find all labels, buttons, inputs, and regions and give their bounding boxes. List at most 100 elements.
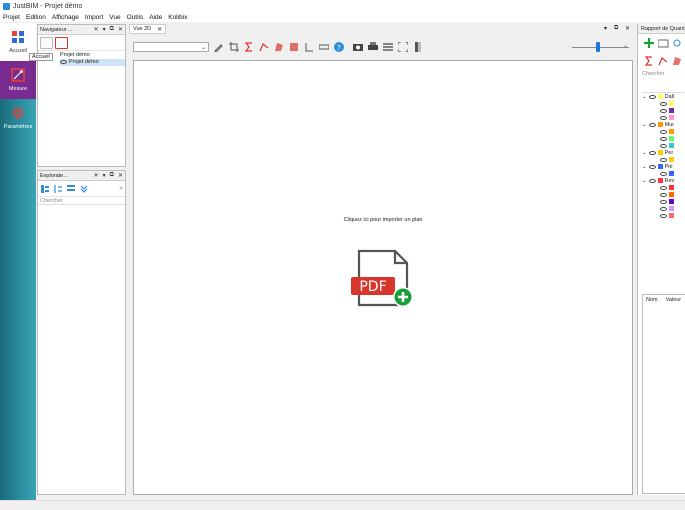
report-item-row[interactable] bbox=[642, 114, 685, 121]
eye-icon[interactable] bbox=[648, 150, 656, 155]
sum-icon[interactable] bbox=[244, 42, 254, 52]
crop-icon[interactable] bbox=[229, 42, 239, 52]
menu-affichage[interactable]: Affichage bbox=[52, 14, 79, 21]
close-icon[interactable]: ✕ bbox=[118, 26, 123, 33]
more-icon[interactable] bbox=[673, 38, 681, 48]
close-icon[interactable]: ✕ bbox=[118, 172, 123, 179]
folder-icon[interactable] bbox=[658, 38, 669, 48]
report-group-row[interactable]: ⌄ Dall bbox=[642, 93, 685, 100]
add-folder-button[interactable] bbox=[40, 36, 53, 49]
report-item-row[interactable] bbox=[642, 128, 685, 135]
close-icon[interactable]: ✕ bbox=[625, 25, 630, 32]
layer-select[interactable]: ⌄ bbox=[133, 42, 209, 52]
collapse-all-icon[interactable] bbox=[79, 184, 89, 194]
menu-import[interactable]: Import bbox=[85, 14, 103, 21]
eye-icon[interactable] bbox=[648, 122, 656, 127]
tree-expand-icon[interactable] bbox=[40, 184, 50, 194]
eye-icon[interactable] bbox=[660, 157, 667, 162]
report-item-row[interactable] bbox=[642, 191, 685, 198]
dropdown-icon[interactable]: ▾ bbox=[604, 25, 607, 32]
tree-item-plan[interactable]: Projet démo bbox=[60, 59, 125, 66]
dropdown-icon[interactable]: ▾ bbox=[103, 172, 106, 179]
explorer-search-input[interactable]: Chercher bbox=[38, 197, 125, 205]
menu-projet[interactable]: Projet bbox=[3, 14, 20, 21]
report-item-row[interactable] bbox=[642, 205, 685, 212]
zoom-in-icon[interactable]: + bbox=[624, 44, 627, 50]
report-item-row[interactable] bbox=[642, 135, 685, 142]
menu-edition[interactable]: Edition bbox=[26, 14, 46, 21]
chevron-down-icon[interactable]: ⌄ bbox=[642, 164, 647, 170]
eye-icon[interactable] bbox=[660, 143, 667, 148]
camera-icon[interactable] bbox=[353, 42, 363, 52]
eye-icon[interactable] bbox=[648, 164, 656, 169]
report-group-row[interactable]: ⌄ Per bbox=[642, 149, 685, 156]
ruler-icon[interactable] bbox=[319, 42, 329, 52]
eye-icon[interactable] bbox=[660, 185, 667, 190]
eye-icon[interactable] bbox=[660, 199, 667, 204]
list-view-icon[interactable] bbox=[383, 42, 393, 52]
eye-icon[interactable] bbox=[660, 101, 667, 106]
float-icon[interactable]: ⧉ bbox=[614, 25, 618, 32]
eye-icon[interactable] bbox=[660, 115, 667, 120]
pencil-icon[interactable] bbox=[214, 42, 224, 52]
eye-icon[interactable] bbox=[660, 192, 667, 197]
list-icon[interactable] bbox=[66, 184, 76, 194]
eye-icon[interactable] bbox=[648, 178, 656, 183]
menu-outils[interactable]: Outils bbox=[127, 14, 144, 21]
add-icon[interactable] bbox=[644, 38, 654, 48]
report-item-row[interactable] bbox=[642, 184, 685, 191]
report-item-row[interactable] bbox=[642, 142, 685, 149]
report-item-row[interactable] bbox=[642, 198, 685, 205]
more-icon[interactable]: » bbox=[119, 185, 123, 192]
zoom-out-icon[interactable]: - bbox=[567, 44, 569, 50]
chevron-down-icon[interactable]: ⌄ bbox=[642, 122, 647, 128]
pdf-import-button[interactable] bbox=[55, 36, 68, 49]
menu-kolibix[interactable]: Kolibix bbox=[168, 14, 187, 21]
region-icon[interactable] bbox=[289, 42, 299, 52]
import-prompt[interactable]: Cliquez ici pour importer un plan bbox=[134, 217, 632, 223]
eye-icon[interactable] bbox=[660, 213, 667, 218]
report-item-row[interactable] bbox=[642, 107, 685, 114]
sidebar-item-parametres[interactable]: Paramètres bbox=[0, 99, 36, 137]
float-icon[interactable]: ⧉ bbox=[110, 26, 114, 33]
close-icon[interactable]: ✕ bbox=[94, 26, 99, 33]
zoom-slider-track[interactable] bbox=[572, 47, 629, 48]
area-icon[interactable] bbox=[672, 56, 682, 66]
chevron-down-icon[interactable]: ⌄ bbox=[642, 178, 647, 184]
chevron-down-icon[interactable]: ⌄ bbox=[642, 94, 647, 100]
pdf-import-icon[interactable]: PDF bbox=[351, 249, 415, 309]
eye-icon[interactable] bbox=[60, 59, 67, 64]
report-item-row[interactable] bbox=[642, 100, 685, 107]
plan-canvas[interactable]: Cliquez ici pour importer un plan PDF bbox=[133, 60, 633, 495]
float-icon[interactable]: ⧉ bbox=[110, 172, 114, 179]
report-item-row[interactable] bbox=[642, 212, 685, 219]
help-icon[interactable]: ? bbox=[334, 42, 344, 52]
eye-icon[interactable] bbox=[660, 129, 667, 134]
report-item-row[interactable] bbox=[642, 170, 685, 177]
print-icon[interactable] bbox=[368, 42, 378, 52]
eye-icon[interactable] bbox=[648, 94, 656, 99]
polyline-icon[interactable] bbox=[658, 56, 668, 66]
area-icon[interactable] bbox=[274, 42, 284, 52]
contrast-icon[interactable] bbox=[413, 42, 423, 52]
sidebar-item-mesure[interactable]: Mesure bbox=[0, 61, 36, 99]
sum-icon[interactable] bbox=[644, 56, 654, 66]
report-group-row[interactable]: ⌄ Piè bbox=[642, 163, 685, 170]
report-search-input[interactable]: Chercher bbox=[638, 70, 685, 79]
tree-item-project[interactable]: Projet démo bbox=[60, 52, 125, 59]
eye-icon[interactable] bbox=[660, 206, 667, 211]
report-group-row[interactable]: ⌄ Mur bbox=[642, 121, 685, 128]
dropdown-icon[interactable]: ▾ bbox=[103, 26, 106, 33]
report-group-row[interactable]: ⌄ Rev bbox=[642, 177, 685, 184]
close-icon[interactable]: ✕ bbox=[157, 26, 162, 33]
menu-vue[interactable]: Vue bbox=[109, 14, 120, 21]
chevron-down-icon[interactable]: ⌄ bbox=[642, 150, 647, 156]
close-icon[interactable]: ✕ bbox=[94, 172, 99, 179]
report-item-row[interactable] bbox=[642, 156, 685, 163]
angle-icon[interactable] bbox=[304, 42, 314, 52]
polyline-icon[interactable] bbox=[259, 42, 269, 52]
eye-icon[interactable] bbox=[660, 136, 667, 141]
zoom-slider-thumb[interactable] bbox=[596, 42, 600, 52]
menu-aide[interactable]: Aide bbox=[149, 14, 162, 21]
fullscreen-icon[interactable] bbox=[398, 42, 408, 52]
